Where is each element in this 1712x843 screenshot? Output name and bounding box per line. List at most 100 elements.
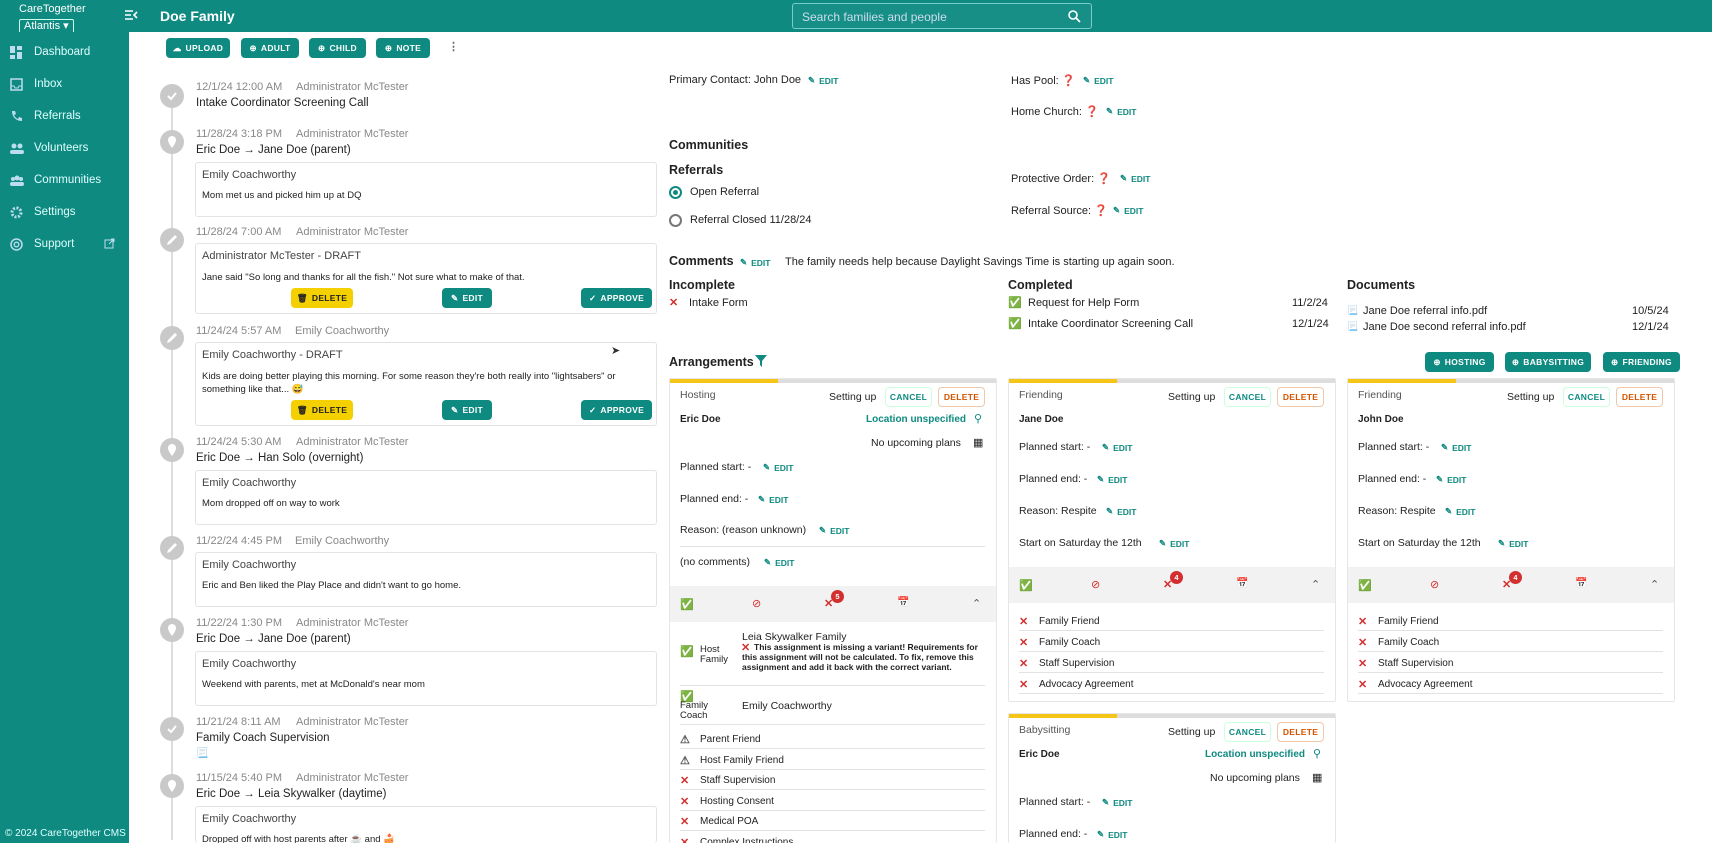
nav-support[interactable]: Support bbox=[0, 233, 129, 257]
requirement-item[interactable]: Staff Supervision bbox=[1378, 658, 1453, 669]
edit-planned-end-button[interactable]: ✎ EDIT bbox=[1097, 474, 1128, 485]
calendar-filter-icon[interactable]: 📅 bbox=[1575, 578, 1587, 589]
requirement-item[interactable]: Staff Supervision bbox=[700, 775, 775, 786]
edit-note-button[interactable]: ✎ EDIT bbox=[442, 400, 492, 420]
delete-arrangement-button[interactable]: DELETE bbox=[1277, 722, 1324, 742]
completed-filter-icon[interactable]: ✅ bbox=[680, 598, 694, 611]
exempted-filter-icon[interactable]: ⊘ bbox=[1430, 578, 1439, 591]
edit-start-date-button[interactable]: ✎ EDIT bbox=[1498, 538, 1529, 549]
calendar-icon[interactable]: ▦ bbox=[1312, 771, 1322, 784]
open-referral-radio[interactable] bbox=[669, 186, 682, 199]
chevron-up-icon[interactable]: ⌃ bbox=[1311, 578, 1320, 591]
more-vert-icon[interactable]: ⋮ bbox=[448, 40, 459, 53]
delete-note-button[interactable]: 🗑 DELETE bbox=[291, 400, 353, 420]
delete-arrangement-button[interactable]: DELETE bbox=[1616, 387, 1663, 407]
edit-referral-source-button[interactable]: ✎ EDIT bbox=[1113, 205, 1144, 216]
note-card[interactable]: Emily Coachworthy Weekend with parents, m… bbox=[195, 651, 657, 706]
edit-reason-button[interactable]: ✎ EDIT bbox=[819, 525, 850, 536]
edit-planned-start-button[interactable]: ✎ EDIT bbox=[763, 462, 794, 473]
search-icon[interactable] bbox=[1068, 10, 1081, 23]
edit-planned-end-button[interactable]: ✎ EDIT bbox=[1436, 474, 1467, 485]
delete-note-button[interactable]: 🗑 DELETE bbox=[291, 288, 353, 308]
completed-item[interactable]: Request for Help Form bbox=[1028, 297, 1139, 309]
edit-protective-order-button[interactable]: ✎ EDIT bbox=[1120, 173, 1151, 184]
nav-settings[interactable]: Settings bbox=[0, 201, 129, 225]
requirement-item[interactable]: Family Friend bbox=[1039, 616, 1100, 627]
closed-referral-radio[interactable] bbox=[669, 214, 682, 227]
edit-planned-start-button[interactable]: ✎ EDIT bbox=[1102, 797, 1133, 808]
cancel-arrangement-button[interactable]: CANCEL bbox=[1224, 722, 1271, 742]
location-status[interactable]: Location unspecified bbox=[866, 414, 966, 425]
edit-primary-contact-button[interactable]: ✎ EDIT bbox=[808, 75, 839, 86]
note-card[interactable]: Emily Coachworthy Dropped off with host p… bbox=[195, 806, 657, 843]
add-adult-button[interactable]: ⊕ ADULT bbox=[241, 38, 299, 58]
edit-arrangement-comments-button[interactable]: ✎ EDIT bbox=[764, 557, 795, 568]
requirement-item[interactable]: Host Family Friend bbox=[700, 755, 784, 766]
edit-planned-end-button[interactable]: ✎ EDIT bbox=[1097, 829, 1128, 840]
requirement-item[interactable]: Complex Instructions bbox=[700, 837, 793, 843]
nav-volunteers[interactable]: Volunteers bbox=[0, 137, 129, 161]
edit-note-button[interactable]: ✎ EDIT bbox=[442, 288, 492, 308]
edit-planned-start-button[interactable]: ✎ EDIT bbox=[1102, 442, 1133, 453]
edit-planned-end-button[interactable]: ✎ EDIT bbox=[758, 494, 789, 505]
delete-arrangement-button[interactable]: DELETE bbox=[938, 387, 985, 407]
delete-arrangement-button[interactable]: DELETE bbox=[1277, 387, 1324, 407]
add-friending-button[interactable]: ⊕ FRIENDING bbox=[1603, 352, 1680, 372]
document-link[interactable]: Jane Doe referral info.pdf bbox=[1363, 305, 1487, 317]
upload-button[interactable]: ☁ UPLOAD bbox=[166, 38, 230, 58]
chevron-up-icon[interactable]: ⌃ bbox=[972, 597, 981, 610]
document-link[interactable]: Jane Doe second referral info.pdf bbox=[1363, 321, 1526, 333]
collapse-menu-icon[interactable] bbox=[124, 8, 138, 22]
add-child-button[interactable]: ⊕ CHILD bbox=[309, 38, 366, 58]
requirement-item[interactable]: Family Friend bbox=[1378, 616, 1439, 627]
nav-referrals[interactable]: Referrals bbox=[0, 105, 129, 129]
chevron-up-icon[interactable]: ⌃ bbox=[1650, 578, 1659, 591]
cancel-arrangement-button[interactable]: CANCEL bbox=[1224, 387, 1271, 407]
exempted-filter-icon[interactable]: ⊘ bbox=[1091, 578, 1100, 591]
progress-bar bbox=[1348, 379, 1674, 383]
exempted-filter-icon[interactable]: ⊘ bbox=[752, 597, 761, 610]
note-card[interactable]: Emily Coachworthy Eric and Ben liked the … bbox=[195, 552, 657, 607]
edit-reason-button[interactable]: ✎ EDIT bbox=[1106, 506, 1137, 517]
requirement-item[interactable]: Advocacy Agreement bbox=[1378, 679, 1473, 690]
add-babysitting-button[interactable]: ⊕ BABYSITTING bbox=[1505, 352, 1591, 372]
approve-note-button[interactable]: ✓ APPROVE bbox=[581, 400, 652, 420]
requirement-item[interactable]: Hosting Consent bbox=[700, 796, 774, 807]
edit-has-pool-button[interactable]: ✎ EDIT bbox=[1083, 75, 1114, 86]
approve-note-button[interactable]: ✓ APPROVE bbox=[581, 288, 652, 308]
calendar-filter-icon[interactable]: 📅 bbox=[1236, 578, 1248, 589]
requirement-item[interactable]: Advocacy Agreement bbox=[1039, 679, 1134, 690]
note-card[interactable]: Emily Coachworthy Mom met us and picked h… bbox=[195, 162, 657, 217]
calendar-icon[interactable]: ▦ bbox=[973, 436, 983, 449]
family-coach-name[interactable]: Emily Coachworthy bbox=[742, 700, 832, 712]
calendar-filter-icon[interactable]: 📅 bbox=[897, 597, 909, 608]
incomplete-item[interactable]: Intake Form bbox=[689, 297, 748, 309]
requirement-item[interactable]: Medical POA bbox=[700, 816, 758, 827]
edit-comments-button[interactable]: ✎ EDIT bbox=[740, 257, 771, 268]
note-card[interactable]: Emily Coachworthy Mom dropped off on way … bbox=[195, 470, 657, 525]
location-status[interactable]: Location unspecified bbox=[1205, 749, 1305, 760]
add-note-button[interactable]: ⊕ NOTE bbox=[376, 38, 430, 58]
requirement-item[interactable]: Family Coach bbox=[1378, 637, 1439, 648]
requirement-item[interactable]: Family Coach bbox=[1039, 637, 1100, 648]
nav-inbox[interactable]: Inbox bbox=[0, 73, 129, 97]
edit-start-date-button[interactable]: ✎ EDIT bbox=[1159, 538, 1190, 549]
cancel-arrangement-button[interactable]: CANCEL bbox=[1563, 387, 1610, 407]
requirement-item[interactable]: Staff Supervision bbox=[1039, 658, 1114, 669]
pencil-icon: ✎ bbox=[1159, 538, 1167, 548]
completed-filter-icon[interactable]: ✅ bbox=[1019, 579, 1033, 592]
filter-icon[interactable] bbox=[755, 355, 767, 367]
add-hosting-button[interactable]: ⊕ HOSTING bbox=[1425, 352, 1494, 372]
completed-filter-icon[interactable]: ✅ bbox=[1358, 579, 1372, 592]
edit-reason-button[interactable]: ✎ EDIT bbox=[1445, 506, 1476, 517]
edit-planned-start-button[interactable]: ✎ EDIT bbox=[1441, 442, 1472, 453]
pencil-icon: ✎ bbox=[1083, 75, 1091, 85]
nav-communities[interactable]: Communities bbox=[0, 169, 129, 193]
completed-item[interactable]: Intake Coordinator Screening Call bbox=[1028, 318, 1193, 330]
nav-dashboard[interactable]: Dashboard bbox=[0, 41, 129, 65]
requirement-item[interactable]: Parent Friend bbox=[700, 734, 761, 745]
cancel-arrangement-button[interactable]: CANCEL bbox=[885, 387, 932, 407]
edit-home-church-button[interactable]: ✎ EDIT bbox=[1106, 106, 1137, 117]
document-icon[interactable]: 📃 bbox=[196, 748, 208, 759]
search-input[interactable]: Search families and people bbox=[792, 3, 1092, 29]
